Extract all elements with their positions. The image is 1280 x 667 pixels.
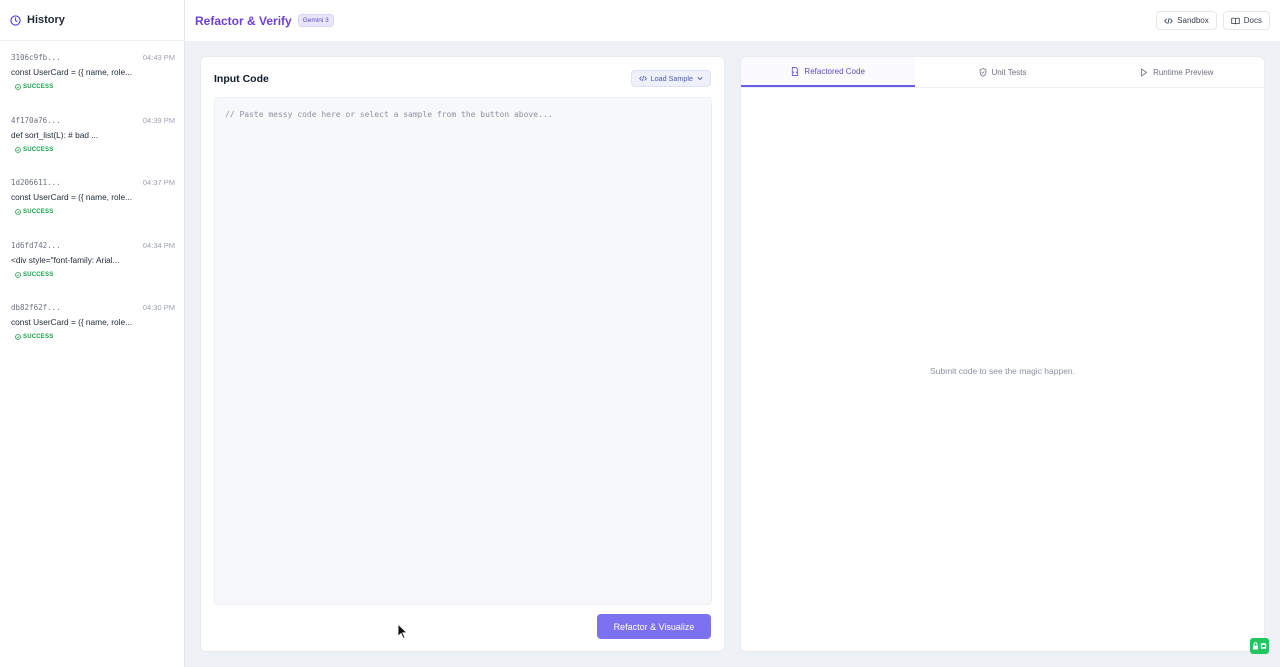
refactor-visualize-button[interactable]: Refactor & Visualize: [597, 614, 711, 639]
history-item-hash: 1d6fd742...: [11, 240, 61, 250]
tab-label: Refactored Code: [804, 66, 865, 76]
check-circle-icon: [15, 146, 21, 153]
tab-refactored-code[interactable]: Refactored Code: [741, 57, 916, 87]
history-item-hash: db82f62f...: [11, 303, 61, 312]
mouse-cursor-icon: [397, 622, 409, 644]
history-item[interactable]: 3106c9fb... 04:43 PM const UserCard = ({…: [0, 47, 184, 110]
shield-check-icon: [979, 67, 987, 77]
status-badge: SUCCESS: [15, 147, 53, 153]
input-panel-title: Input Code: [214, 73, 269, 85]
history-item-time: 04:43 PM: [142, 53, 175, 62]
play-icon: [1140, 67, 1148, 77]
empty-state-message: Submit code to see the magic happen.: [929, 366, 1076, 376]
code-icon: [638, 75, 647, 82]
history-sidebar: History 3106c9fb... 04:43 PM const UserC…: [0, 0, 185, 667]
top-bar: Refactor & Verify Gemini 3 Sandbox Docs: [185, 0, 1280, 41]
history-item-time: 04:39 PM: [142, 115, 175, 125]
app-title: Refactor & Verify: [195, 13, 292, 28]
load-sample-button[interactable]: Load Sample: [630, 70, 711, 87]
history-item-preview: const UserCard = ({ name, role...: [11, 317, 133, 327]
docs-label: Docs: [1243, 16, 1262, 25]
docs-button[interactable]: Docs: [1222, 11, 1270, 30]
check-circle-icon: [15, 271, 21, 278]
status-label: SUCCESS: [23, 271, 54, 278]
status-badge: SUCCESS: [15, 84, 53, 90]
history-item[interactable]: 1d206611... 04:37 PM const UserCard = ({…: [0, 172, 184, 235]
history-item-preview: const UserCard = ({ name, role...: [11, 192, 133, 202]
status-label: SUCCESS: [23, 146, 54, 153]
history-item-time: 04:34 PM: [142, 240, 175, 250]
check-circle-icon: [15, 84, 21, 90]
status-label: SUCCESS: [23, 334, 54, 340]
code-icon: [1164, 17, 1174, 25]
status-badge: SUCCESS: [15, 209, 53, 215]
sidebar-title: History: [27, 14, 65, 26]
history-item-hash: 4f170a76...: [11, 115, 61, 125]
sidebar-header: History: [0, 0, 184, 41]
chevron-down-icon: [697, 76, 703, 81]
history-item-preview: const UserCard = ({ name, role...: [11, 67, 133, 77]
corner-extension-icon[interactable]: [1250, 638, 1269, 654]
status-badge: SUCCESS: [15, 272, 53, 278]
tab-label: Unit Tests: [991, 67, 1027, 77]
code-input[interactable]: [214, 97, 712, 605]
load-sample-label: Load Sample: [650, 74, 693, 83]
history-item-preview: <div style="font-family: Arial...: [11, 254, 120, 265]
file-code-icon: [791, 66, 799, 76]
history-list: 3106c9fb... 04:43 PM const UserCard = ({…: [0, 41, 184, 360]
history-item[interactable]: 1d6fd742... 04:34 PM <div style="font-fa…: [0, 235, 184, 298]
model-badge: Gemini 3: [297, 14, 334, 27]
status-label: SUCCESS: [23, 84, 54, 90]
tab-label: Runtime Preview: [1153, 67, 1214, 77]
check-circle-icon: [15, 209, 21, 215]
tab-unit-tests[interactable]: Unit Tests: [915, 57, 1089, 87]
sandbox-label: Sandbox: [1177, 16, 1209, 25]
status-badge: SUCCESS: [15, 334, 53, 340]
history-item-time: 04:30 PM: [142, 303, 175, 312]
history-item-preview: def sort_list(L): # bad ...: [11, 129, 99, 140]
top-actions: Sandbox Docs: [1156, 11, 1270, 30]
history-clock-icon: [10, 14, 21, 26]
output-tabs: Refactored Code Unit Tests Runtime Previ…: [741, 57, 1264, 88]
output-panel: Refactored Code Unit Tests Runtime Previ…: [740, 56, 1265, 652]
history-item[interactable]: db82f62f... 04:30 PM const UserCard = ({…: [0, 297, 184, 360]
tab-runtime-preview[interactable]: Runtime Preview: [1090, 57, 1264, 87]
sandbox-button[interactable]: Sandbox: [1156, 11, 1217, 30]
book-icon: [1231, 17, 1240, 25]
history-item[interactable]: 4f170a76... 04:39 PM def sort_list(L): #…: [0, 110, 184, 173]
input-panel: Input Code Load Sample Refactor & Visual…: [200, 56, 725, 652]
history-item-time: 04:37 PM: [142, 178, 175, 187]
status-label: SUCCESS: [23, 209, 54, 215]
check-circle-icon: [15, 334, 21, 340]
history-item-hash: 1d206611...: [11, 178, 61, 187]
history-item-hash: 3106c9fb...: [11, 53, 61, 62]
